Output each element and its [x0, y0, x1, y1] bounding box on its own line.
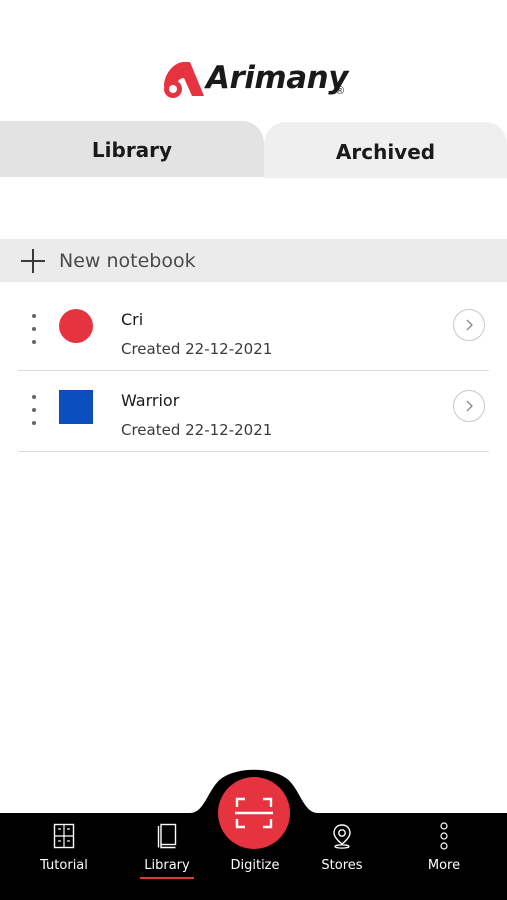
chevron-right-icon — [466, 400, 473, 412]
tab-library-label: Library — [91, 138, 173, 162]
nav-tutorial[interactable]: Tutorial — [36, 822, 92, 882]
chevron-right-icon — [466, 319, 473, 331]
tutorial-icon — [53, 823, 75, 849]
notebook-created-date: Created 22-12-2021 — [121, 340, 273, 358]
notebook-list: Cri Created 22-12-2021 Warrior Created 2… — [18, 290, 489, 452]
arimany-logo-icon — [164, 62, 204, 98]
more-vertical-icon — [440, 822, 448, 850]
notebook-row[interactable]: Warrior Created 22-12-2021 — [18, 371, 489, 452]
open-notebook-button[interactable] — [453, 390, 485, 422]
nav-library-label: Library — [144, 858, 190, 873]
registered-mark: ® — [336, 85, 345, 97]
tab-archived[interactable]: Archived — [264, 122, 507, 178]
kebab-menu-icon[interactable] — [30, 314, 38, 344]
tab-archived-label: Archived — [335, 140, 436, 164]
location-pin-icon — [333, 824, 351, 849]
scan-icon — [235, 797, 273, 829]
digitize-button[interactable] — [218, 777, 290, 849]
nav-more[interactable]: More — [416, 822, 472, 882]
nav-more-label: More — [427, 858, 461, 873]
new-notebook-label: New notebook — [59, 249, 196, 272]
book-icon — [157, 823, 177, 849]
nav-digitize-label[interactable]: Digitize — [224, 858, 286, 873]
notebook-name: Warrior — [121, 391, 180, 410]
brand-name: Arimany — [206, 60, 348, 96]
plus-icon — [21, 248, 45, 273]
app-logo: Arimany ® — [160, 52, 350, 106]
open-notebook-button[interactable] — [453, 309, 485, 341]
new-notebook-button[interactable]: New notebook — [0, 239, 507, 282]
notebook-color-swatch — [59, 390, 93, 424]
tab-library[interactable]: Library — [0, 121, 264, 177]
kebab-menu-icon[interactable] — [30, 395, 38, 425]
nav-stores[interactable]: Stores — [314, 822, 370, 882]
notebook-name: Cri — [121, 310, 144, 329]
nav-tutorial-label: Tutorial — [40, 858, 88, 873]
tab-bar: Library Archived — [0, 121, 507, 178]
notebook-row[interactable]: Cri Created 22-12-2021 — [18, 290, 489, 371]
active-indicator — [140, 877, 194, 879]
notebook-created-date: Created 22-12-2021 — [121, 421, 273, 439]
nav-stores-label: Stores — [321, 858, 363, 873]
nav-library[interactable]: Library — [139, 822, 195, 882]
notebook-color-swatch — [59, 309, 93, 343]
